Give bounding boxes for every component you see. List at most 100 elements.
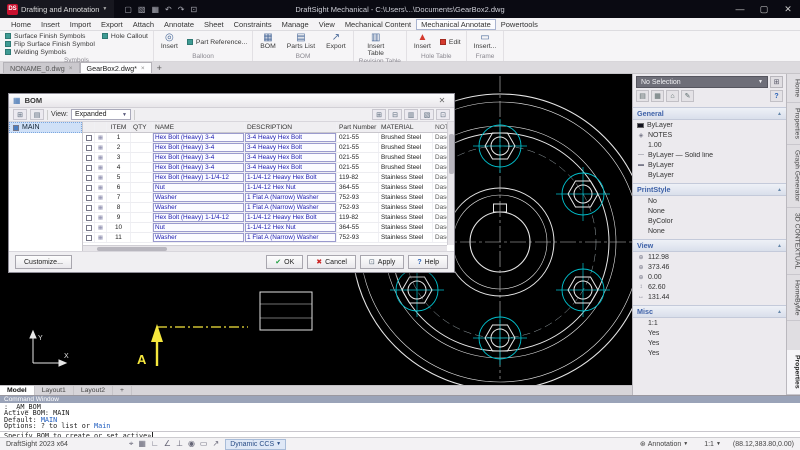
redo-icon[interactable]: ↷: [178, 5, 185, 14]
scale-dropdown[interactable]: 1:1▼: [700, 439, 725, 450]
flip-surface-finish-button[interactable]: Flip Surface Finish Symbol: [5, 40, 95, 48]
workspace-switcher[interactable]: DS Drafting and Annotation ▼: [0, 0, 114, 18]
prop-view-width[interactable]: ↔131.44: [633, 292, 786, 302]
checkbox[interactable]: [86, 145, 92, 151]
doc-tab-noname[interactable]: NONAME_0.dwg×: [3, 62, 80, 73]
prop-misc-3[interactable]: Yes: [633, 348, 786, 358]
balloon-insert-button[interactable]: ◎Insert: [159, 32, 180, 50]
snap-toggle-icon[interactable]: ⌖: [129, 439, 134, 449]
welding-symbols-button[interactable]: Welding Symbols: [5, 48, 95, 56]
tab-export[interactable]: Export: [96, 19, 128, 30]
dynamic-ccs-button[interactable]: Dynamic CCS▼: [225, 439, 286, 450]
tab-sheet[interactable]: Sheet: [199, 19, 229, 30]
scrollbar-thumb[interactable]: [449, 134, 454, 174]
lineweight-toggle-icon[interactable]: ▭: [200, 439, 208, 449]
prop-view-height[interactable]: ↕62.60: [633, 282, 786, 292]
prop-linescale[interactable]: 1.00: [633, 140, 786, 150]
section-general[interactable]: General▲: [633, 107, 786, 120]
view-mode-dropdown[interactable]: Expanded▼: [71, 109, 131, 120]
tab-insert[interactable]: Insert: [36, 19, 65, 30]
checkbox[interactable]: [86, 225, 92, 231]
edit-hole-table-button[interactable]: Edit: [440, 38, 461, 46]
table-row[interactable]: ▦7Washer1 Flat A (Narrow) Washer752-93St…: [83, 193, 447, 203]
tab-annotate[interactable]: Annotate: [159, 19, 199, 30]
surface-finish-symbols-button[interactable]: Surface Finish Symbols: [5, 32, 95, 40]
columns-icon[interactable]: ▥: [404, 109, 418, 120]
maximize-button[interactable]: ▢: [752, 0, 776, 18]
annotation-scale-dropdown[interactable]: ⊛Annotation▼: [636, 439, 692, 450]
table-row[interactable]: ▦6Nut1-1/4-12 Hex Nut364-55Stainless Ste…: [83, 183, 447, 193]
table-row[interactable]: ▦3Hex Bolt (Heavy) 3-43-4 Heavy Hex Bolt…: [83, 153, 447, 163]
etrack-toggle-icon[interactable]: ◉: [188, 439, 195, 449]
tab-model[interactable]: Model: [0, 386, 35, 396]
save-icon[interactable]: ▦: [151, 5, 159, 14]
bom-button[interactable]: ▦BOM: [258, 32, 277, 50]
prop-misc-1[interactable]: Yes: [633, 328, 786, 338]
close-button[interactable]: ✕: [776, 0, 800, 18]
datum-arrow-annotation[interactable]: A: [137, 324, 248, 367]
palette-tab-3d-contextual[interactable]: 3D CONTEXTUAL: [787, 208, 800, 275]
close-tab-icon[interactable]: ×: [141, 65, 145, 72]
palette-tab-properties-active[interactable]: Properties: [787, 350, 800, 395]
edit-icon[interactable]: ✎: [681, 90, 694, 102]
prop-layer[interactable]: ◈NOTES: [633, 130, 786, 140]
tab-layout1[interactable]: Layout1: [35, 386, 74, 396]
prop-print-0[interactable]: No: [633, 196, 786, 206]
parts-list-button[interactable]: ▤Parts List: [285, 32, 317, 50]
checkbox[interactable]: [86, 185, 92, 191]
bom-settings-icon[interactable]: ▤: [30, 109, 44, 120]
checkbox[interactable]: [13, 125, 19, 131]
table-row[interactable]: ▦5Hex Bolt (Heavy) 1-1/4-121-1/4-12 Heav…: [83, 173, 447, 183]
checkbox[interactable]: [86, 175, 92, 181]
prop-misc-2[interactable]: Yes: [633, 338, 786, 348]
tab-powertools[interactable]: Powertools: [496, 19, 543, 30]
selection-dropdown[interactable]: No Selection▼: [636, 76, 768, 88]
collapse-all-icon[interactable]: ⊟: [388, 109, 402, 120]
section-printstyle[interactable]: PrintStyle▲: [633, 183, 786, 196]
checkbox[interactable]: [86, 195, 92, 201]
help-button[interactable]: ?Help: [408, 255, 448, 269]
table-row[interactable]: ▦1Hex Bolt (Heavy) 3-43-4 Heavy Hex Bolt…: [83, 133, 447, 143]
checkbox[interactable]: [86, 235, 92, 241]
tab-mechanical-content[interactable]: Mechanical Content: [340, 19, 416, 30]
tab-mechanical-annotate[interactable]: Mechanical Annotate: [416, 19, 496, 30]
export-button[interactable]: ↗Export: [324, 32, 348, 50]
insert-revision-table-button[interactable]: ▥Insert Table: [359, 32, 393, 57]
close-tab-icon[interactable]: ×: [69, 65, 73, 72]
polar-toggle-icon[interactable]: ∠: [164, 439, 171, 449]
close-icon[interactable]: ✕: [434, 95, 450, 106]
vertical-scrollbar[interactable]: [447, 122, 454, 245]
table-row[interactable]: ▦9Hex Bolt (Heavy) 1-1/4-121-1/4-12 Heav…: [83, 213, 447, 223]
prop-print-1[interactable]: None: [633, 206, 786, 216]
palette-tab-properties[interactable]: Properties: [787, 103, 800, 145]
bom-dialog-titlebar[interactable]: ▦ BOM ✕: [9, 94, 454, 108]
doc-tab-gearbox[interactable]: GearBox2.dwg*×: [80, 62, 152, 73]
prop-view-centerx[interactable]: ⊕112.98: [633, 252, 786, 262]
part-reference-button[interactable]: Part Reference...: [187, 38, 247, 46]
minimize-button[interactable]: —: [728, 0, 752, 18]
checkbox[interactable]: [86, 135, 92, 141]
help-icon[interactable]: ?: [770, 90, 783, 102]
command-window-header[interactable]: Command Window: [0, 396, 800, 403]
new-tab-button[interactable]: +: [152, 63, 167, 73]
tab-constraints[interactable]: Constraints: [229, 19, 277, 30]
palette-tab-home[interactable]: Home: [787, 74, 800, 103]
customize-button[interactable]: Customize...: [15, 255, 72, 269]
table-row[interactable]: ▦11Washer1 Flat A (Narrow) Washer752-93S…: [83, 233, 447, 243]
table-row[interactable]: ▦10Nut1-1/4-12 Hex Nut364-55Stainless St…: [83, 223, 447, 233]
ucs-toggle-icon[interactable]: ↗: [212, 439, 219, 449]
table-row[interactable]: ▦4Hex Bolt (Heavy) 3-43-4 Heavy Hex Bolt…: [83, 163, 447, 173]
select-entities-button[interactable]: ⊞: [770, 76, 783, 88]
prop-view-centerz[interactable]: ⊕0.00: [633, 272, 786, 282]
tab-view[interactable]: View: [314, 19, 340, 30]
section-misc[interactable]: Misc▲: [633, 305, 786, 318]
palette-tab-graph-generator[interactable]: Graph Generator: [787, 145, 800, 207]
palette-tab-homebyme[interactable]: HomeByMe: [787, 275, 800, 322]
bom-refresh-icon[interactable]: ⊞: [13, 109, 27, 120]
export-table-icon[interactable]: ⊡: [436, 109, 450, 120]
section-view[interactable]: View▲: [633, 239, 786, 252]
insert-frame-button[interactable]: ▭Insert...: [472, 32, 499, 50]
scrollbar-thumb[interactable]: [97, 247, 167, 251]
tab-manage[interactable]: Manage: [277, 19, 314, 30]
grid-toggle-icon[interactable]: ▦: [138, 439, 146, 449]
